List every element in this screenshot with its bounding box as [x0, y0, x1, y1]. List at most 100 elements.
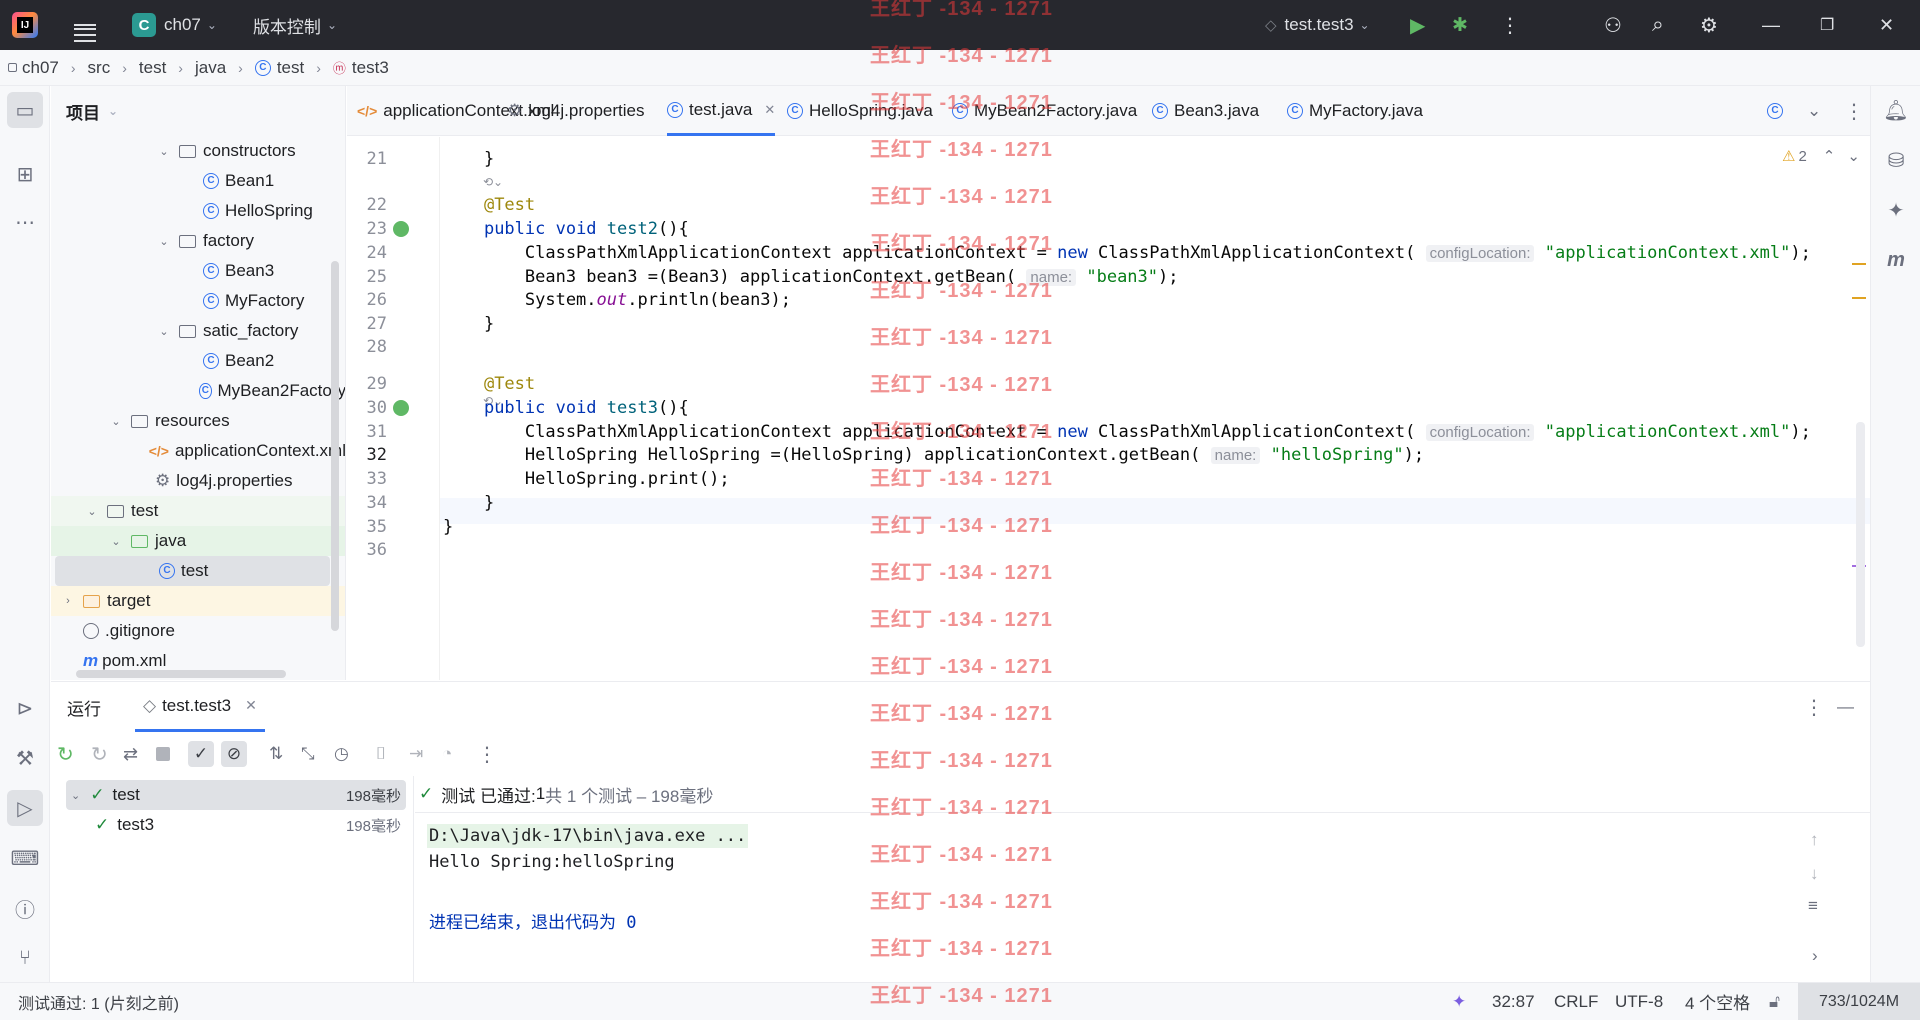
- line-number[interactable]: 30: [347, 398, 387, 418]
- more-tools-icon[interactable]: ⋯: [7, 204, 43, 240]
- tree-item[interactable]: Ctest: [55, 556, 330, 586]
- tree-item[interactable]: C Bean1: [51, 166, 345, 196]
- ai-status-icon[interactable]: ✦: [1452, 992, 1466, 1012]
- coverage-icon[interactable]: ◔: [442, 744, 452, 764]
- line-number[interactable]: 34: [347, 493, 387, 513]
- editor-tab[interactable]: C MyBean2Factory.java: [952, 86, 1137, 136]
- ai-assistant-icon[interactable]: ✦: [1878, 192, 1914, 228]
- close-icon[interactable]: ✕: [1879, 0, 1894, 50]
- run-more-icon[interactable]: ⋮: [1804, 695, 1824, 720]
- code-editor[interactable]: 21 22 23 24 25 26 27 28 29 30 31 32 33 34 35 36 } ⟲⌄ @T…: [347, 137, 1870, 680]
- soft-wrap-icon[interactable]: ≡: [1808, 896, 1818, 916]
- line-number[interactable]: 29: [347, 374, 387, 394]
- breadcrumb-item-src[interactable]: src: [88, 58, 111, 78]
- search-icon[interactable]: ⌕: [1652, 0, 1664, 50]
- tree-hscrollbar[interactable]: [76, 670, 286, 678]
- scroll-up-icon[interactable]: ↑: [1810, 830, 1819, 850]
- tree-item[interactable]: ⌄ constructors: [51, 136, 345, 166]
- chevron-down-icon[interactable]: ⌄: [85, 505, 99, 518]
- structure-tool-icon[interactable]: ⊞: [7, 156, 43, 192]
- tree-item[interactable]: ⌄ java: [51, 526, 345, 556]
- settings-gear-icon[interactable]: ⚙: [1700, 0, 1718, 50]
- git-icon[interactable]: ⑂: [7, 940, 43, 976]
- line-number[interactable]: 22: [347, 195, 387, 215]
- next-highlight-icon[interactable]: ⌄: [1847, 147, 1860, 165]
- run-test-gutter-icon[interactable]: [393, 221, 409, 237]
- import-tests-icon[interactable]: ⇥: [409, 744, 423, 764]
- collapse-all-icon[interactable]: ⤡: [301, 744, 315, 764]
- test-node[interactable]: ⌄ ✓ test 198毫秒: [71, 780, 401, 810]
- sort-by-duration-icon[interactable]: ◷: [334, 744, 349, 764]
- run-tool-icon[interactable]: ▷: [7, 790, 43, 826]
- run-config-selector[interactable]: ◇ test.test3 ⌄: [1265, 0, 1370, 50]
- minimize-icon[interactable]: —: [1762, 0, 1780, 50]
- line-number[interactable]: 33: [347, 469, 387, 489]
- caret-position[interactable]: 32:87: [1492, 992, 1535, 1012]
- problems-icon[interactable]: ⓘ: [7, 890, 43, 926]
- editor-scrollbar[interactable]: [1856, 422, 1865, 647]
- warning-stripe-mark[interactable]: [1852, 263, 1866, 265]
- line-number[interactable]: 36: [347, 540, 387, 560]
- indent-setting[interactable]: 4 个空格: [1685, 989, 1750, 1014]
- console-output[interactable]: ✓ 测试 已通过: 1 共 1 个测试 – 198毫秒 D:\Java\jdk-…: [415, 776, 1870, 983]
- tree-item[interactable]: › target: [51, 586, 345, 616]
- line-number[interactable]: 26: [347, 290, 387, 310]
- breadcrumb-item-project[interactable]: ch07: [8, 58, 59, 78]
- breadcrumb-item-java[interactable]: java: [195, 58, 226, 78]
- memory-indicator[interactable]: 733/1024M: [1798, 983, 1920, 1020]
- usages-lens-icon[interactable]: ⟲⌄: [483, 175, 503, 189]
- hide-panel-icon[interactable]: —: [1837, 697, 1854, 717]
- tree-item[interactable]: C MyFactory: [51, 286, 345, 316]
- app-logo[interactable]: IJ: [0, 0, 38, 50]
- tree-scrollbar[interactable]: [331, 261, 339, 631]
- line-number[interactable]: 25: [347, 267, 387, 287]
- tree-item[interactable]: </> applicationContext.xml: [51, 436, 345, 466]
- stop-icon[interactable]: [156, 747, 170, 761]
- toolbar-more-icon[interactable]: ⋮: [477, 742, 497, 767]
- lock-icon[interactable]: 🔓︎: [1769, 992, 1780, 1012]
- chevron-down-icon[interactable]: ⌄: [109, 535, 123, 548]
- show-passed-icon[interactable]: ✓: [188, 741, 214, 767]
- line-number[interactable]: 24: [347, 243, 387, 263]
- project-tool-icon[interactable]: ▭: [7, 92, 43, 128]
- editor-tab[interactable]: C HelloSpring.java: [787, 86, 933, 136]
- tree-item[interactable]: C MyBean2Factory: [51, 376, 345, 406]
- line-number[interactable]: 23: [347, 219, 387, 239]
- scroll-down-icon[interactable]: ↓: [1810, 864, 1819, 884]
- services-icon[interactable]: ⊳: [7, 690, 43, 726]
- tree-item[interactable]: ⚙ log4j.properties: [51, 466, 345, 496]
- editor-tab[interactable]: ⚙ log4j.properties: [507, 86, 645, 136]
- chevron-down-icon[interactable]: ⌄: [109, 415, 123, 428]
- database-icon[interactable]: ⛁: [1878, 142, 1914, 178]
- breadcrumb-item-method[interactable]: ⓜ test3: [333, 58, 389, 78]
- sort-icon[interactable]: ⇅: [269, 744, 283, 764]
- tree-item[interactable]: ⌄ test: [51, 496, 345, 526]
- tree-item[interactable]: ⌄ satic_factory: [51, 316, 345, 346]
- maven-icon[interactable]: m: [1878, 242, 1914, 278]
- test-node[interactable]: ✓ test3 198毫秒: [95, 810, 401, 840]
- rerun-failed-icon[interactable]: ↻: [91, 742, 108, 767]
- expand-icon[interactable]: ›: [1812, 946, 1818, 966]
- add-user-icon[interactable]: ⚇: [1604, 0, 1622, 50]
- run-icon[interactable]: ▶: [1410, 0, 1425, 50]
- editor-more-icon[interactable]: ⋮: [1844, 86, 1864, 136]
- warning-stripe-mark[interactable]: [1852, 297, 1866, 299]
- snapshot-icon[interactable]: ⌷: [376, 744, 386, 764]
- prev-highlight-icon[interactable]: ⌃: [1823, 147, 1836, 165]
- vcs-menu[interactable]: 版本控制 ⌄: [245, 0, 337, 50]
- main-menu-icon[interactable]: [74, 0, 96, 50]
- line-number[interactable]: 21: [347, 149, 387, 169]
- restore-icon[interactable]: ❐: [1820, 0, 1834, 50]
- editor-tab[interactable]: Ctest.java ✕: [667, 86, 776, 136]
- editor-tab[interactable]: C Bean3.java: [1152, 86, 1259, 136]
- inspection-widget[interactable]: ⚠ 2 ⌃ ⌄: [1782, 147, 1860, 166]
- run-tab[interactable]: ◇ test.test3 ✕: [135, 682, 265, 732]
- run-test-gutter-icon[interactable]: [393, 400, 409, 416]
- tree-item[interactable]: .gitignore: [51, 616, 345, 646]
- line-separator[interactable]: CRLF: [1554, 992, 1598, 1012]
- breadcrumb-item-test[interactable]: test: [139, 58, 166, 78]
- tab-list-chevron-icon[interactable]: ⌄: [1807, 86, 1821, 136]
- tree-item[interactable]: C HelloSpring: [51, 196, 345, 226]
- project-panel-header[interactable]: 项目 ⌄: [51, 86, 345, 136]
- tree-item[interactable]: C Bean3: [51, 256, 345, 286]
